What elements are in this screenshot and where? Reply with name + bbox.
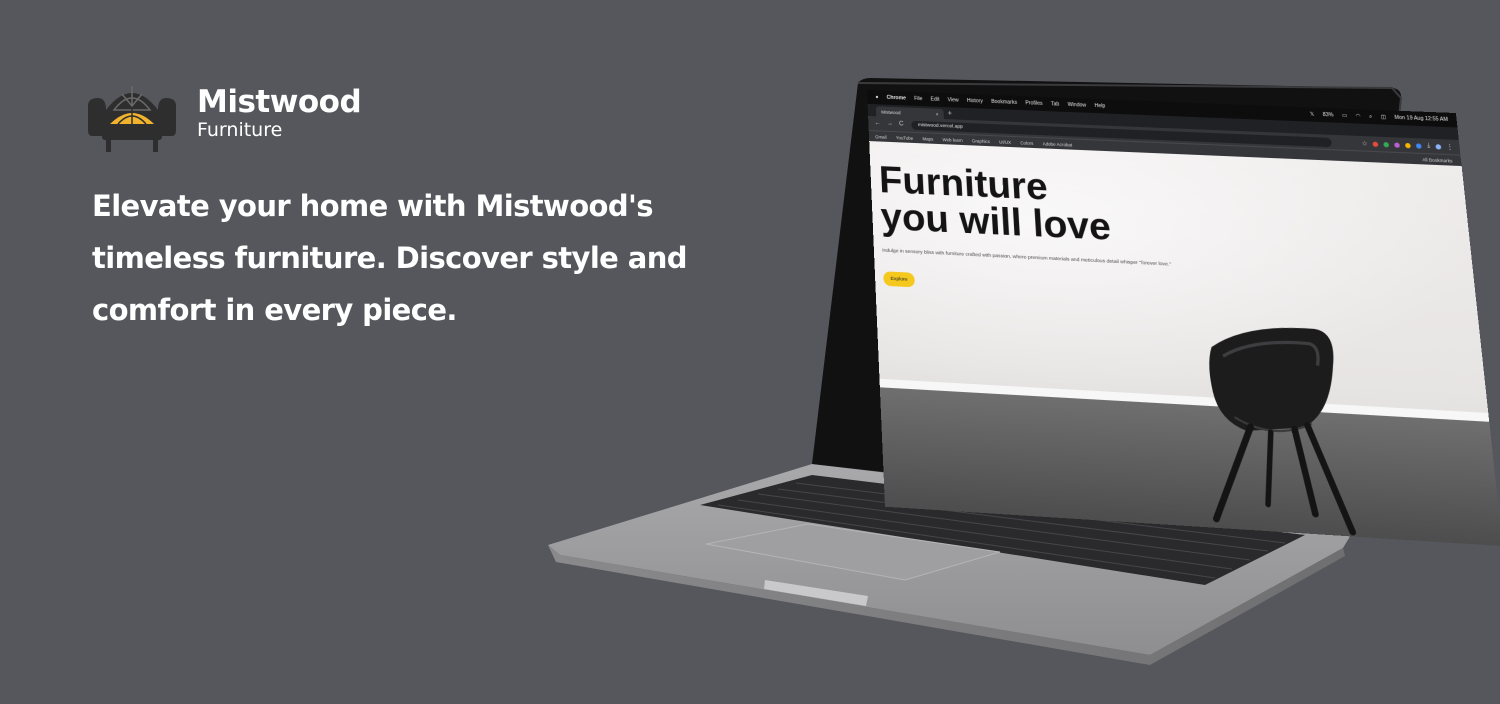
url-text: mistwood.vercel.app <box>917 122 964 130</box>
extension-icon[interactable] <box>1405 142 1412 148</box>
clock: Mon 19 Aug 12:55 AM <box>1394 114 1449 124</box>
bookmark-adobe-acrobat[interactable]: Adobe Acrobat <box>1042 141 1072 147</box>
kebab-menu-icon[interactable]: ⋮ <box>1446 143 1453 151</box>
bookmark-web-learn[interactable]: Web learn <box>942 137 962 143</box>
forward-icon[interactable]: → <box>887 121 893 127</box>
menu-window[interactable]: Window <box>1067 102 1086 109</box>
bookmark-colors[interactable]: Colors <box>1020 140 1033 146</box>
menu-edit[interactable]: Edit <box>930 96 939 102</box>
bookmark-graphics[interactable]: Graphics <box>972 138 990 144</box>
new-tab-button[interactable]: + <box>947 109 953 119</box>
extension-icon[interactable] <box>1394 141 1401 148</box>
menu-chrome[interactable]: Chrome <box>887 95 907 102</box>
control-center-icon[interactable]: ◫ <box>1381 114 1387 120</box>
extension-icon[interactable] <box>1383 141 1390 147</box>
tab-close-icon[interactable]: × <box>936 111 939 116</box>
chair-image <box>1194 323 1389 539</box>
bookmark-maps[interactable]: Maps <box>922 136 933 142</box>
menu-history[interactable]: History <box>967 98 983 105</box>
battery-icon[interactable]: ▭ <box>1342 113 1348 119</box>
bookmark-youtube[interactable]: YouTube <box>896 135 914 141</box>
back-icon[interactable]: ← <box>874 120 880 126</box>
menu-file[interactable]: File <box>914 96 923 102</box>
tab-title: Mistwood <box>881 108 901 115</box>
wifi-icon[interactable]: ◠ <box>1356 113 1361 119</box>
explore-button[interactable]: Explore <box>883 271 916 288</box>
apple-icon[interactable]: ● <box>875 94 878 100</box>
download-icon[interactable]: ⤓ <box>1427 142 1431 149</box>
extension-icon[interactable] <box>1416 142 1423 149</box>
menu-profiles[interactable]: Profiles <box>1025 100 1043 107</box>
reload-icon[interactable]: C <box>899 121 904 127</box>
all-bookmarks[interactable]: All Bookmarks <box>1422 157 1461 164</box>
search-icon[interactable]: ⌕ <box>1369 114 1373 120</box>
menu-tab[interactable]: Tab <box>1051 101 1060 107</box>
extension-icon[interactable] <box>1372 141 1379 147</box>
hero-section: Furniture you will love Indulge in senso… <box>869 141 1500 547</box>
menu-help[interactable]: Help <box>1094 103 1105 109</box>
laptop-screen: ● Chrome File Edit View History Bookmark… <box>867 90 1500 547</box>
menu-bookmarks[interactable]: Bookmarks <box>991 99 1017 106</box>
battery-percent: 83% <box>1322 111 1334 119</box>
x-icon[interactable]: 𝕏 <box>1310 111 1315 117</box>
bookmark-gmail[interactable]: Gmail <box>875 134 887 140</box>
hero-title: Furniture you will love <box>878 159 1197 251</box>
profile-avatar[interactable] <box>1435 143 1442 150</box>
star-icon[interactable]: ☆ <box>1361 140 1368 147</box>
menu-view[interactable]: View <box>947 97 958 103</box>
bookmark-uiux[interactable]: UI/UX <box>999 139 1011 145</box>
